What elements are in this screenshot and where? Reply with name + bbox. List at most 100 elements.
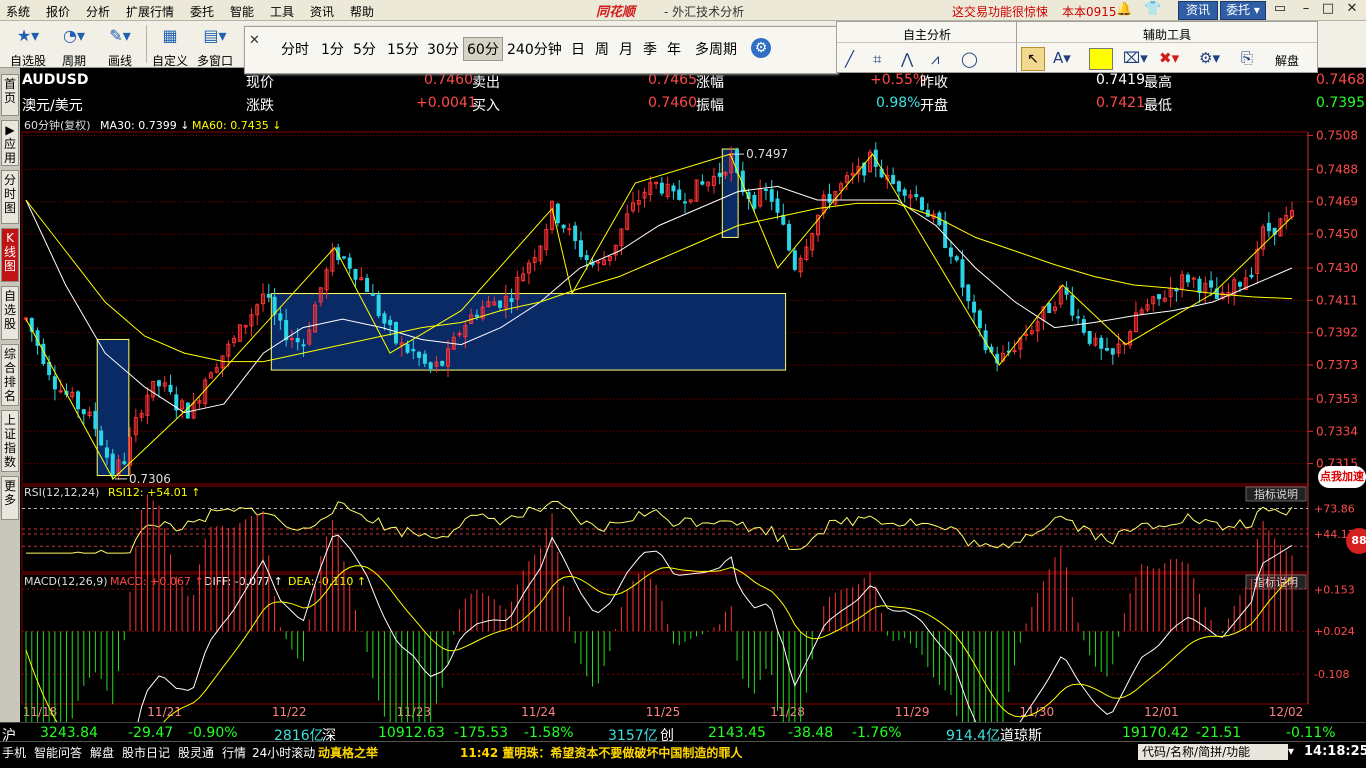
explain-button[interactable]: 解盘 bbox=[1275, 52, 1299, 69]
tab-watchlist[interactable]: 自选股 bbox=[1, 286, 19, 340]
clock: 14:18:25 bbox=[1304, 744, 1366, 759]
cursor-icon[interactable]: ↖ bbox=[1021, 47, 1045, 71]
tab-ranking[interactable]: 综合排名 bbox=[1, 344, 19, 406]
bottom-tab-commentary[interactable]: 解盘 bbox=[90, 744, 114, 761]
line-tool-icon[interactable]: ╱ bbox=[845, 50, 854, 68]
label-amplitude: 振幅 bbox=[696, 98, 724, 114]
tab-home[interactable]: 首页 bbox=[1, 74, 19, 116]
ticker-left[interactable]: 动真格之举 bbox=[318, 744, 378, 761]
score-badge[interactable]: 88 bbox=[1346, 528, 1366, 554]
gear-icon[interactable]: ⚙ bbox=[751, 38, 771, 58]
close-icon[interactable]: ✕ bbox=[249, 33, 260, 48]
menu-tools[interactable]: 工具 bbox=[270, 3, 294, 20]
ticker-headline[interactable]: 11:42 董明珠：希望资本不要做破坏中国制造的罪人 bbox=[460, 744, 742, 761]
bottom-tab-qa[interactable]: 智能问答 bbox=[34, 744, 82, 761]
speed-badge[interactable]: 点我加速 bbox=[1318, 466, 1366, 488]
menu-smart[interactable]: 智能 bbox=[230, 3, 254, 20]
color-picker[interactable] bbox=[1089, 48, 1113, 70]
period-day[interactable]: 日 bbox=[571, 39, 585, 59]
bookmark-icon[interactable]: ⌧▾ bbox=[1123, 49, 1148, 67]
custom-button[interactable]: ▦ 自定义 bbox=[150, 21, 190, 68]
candle-body bbox=[781, 214, 786, 225]
idx-gem-pct: -1.76% bbox=[852, 725, 902, 741]
candle-body bbox=[278, 313, 283, 321]
menu-bar: 系统 报价 分析 扩展行情 委托 智能 工具 资讯 帮助 同花顺 - 外汇技术分… bbox=[0, 0, 1366, 21]
menu-analysis[interactable]: 分析 bbox=[86, 3, 110, 20]
delete-icon[interactable]: ✖▾ bbox=[1159, 49, 1179, 67]
restore-icon[interactable]: ▭ bbox=[1272, 2, 1288, 17]
minimize-icon[interactable]: – bbox=[1298, 2, 1314, 17]
dropdown-icon[interactable]: ▾ bbox=[1288, 744, 1294, 758]
watchlist-button[interactable]: ★▾ 自选股 bbox=[6, 21, 50, 68]
idx-sh-pct: -0.90% bbox=[188, 725, 238, 741]
candle-body bbox=[99, 430, 104, 446]
ellipse-tool-icon[interactable]: ◯ bbox=[961, 50, 978, 68]
promo-link[interactable]: 这交易功能很惊悚 bbox=[952, 3, 1048, 20]
news-button[interactable]: 资讯 bbox=[1178, 1, 1218, 20]
candle-body bbox=[1266, 222, 1271, 232]
draw-line-button[interactable]: ✎▾ 画线 bbox=[98, 21, 142, 68]
version-label[interactable]: 本本0915 bbox=[1062, 3, 1117, 20]
period-240min[interactable]: 240分钟 bbox=[507, 39, 562, 59]
period-60min[interactable]: 60分 bbox=[463, 37, 503, 61]
value-change: +0.0041 bbox=[416, 95, 477, 111]
zigzag-tool-icon[interactable]: ⩘ bbox=[931, 50, 939, 68]
bottom-tab-mobile[interactable]: 手机 bbox=[2, 744, 26, 761]
tab-kline[interactable]: K线图 bbox=[1, 228, 19, 282]
idx-gem-value: 2143.45 bbox=[708, 725, 766, 741]
candle-body bbox=[1110, 348, 1115, 355]
shirt-icon[interactable]: 👕 bbox=[1144, 1, 1161, 17]
tab-shanghai-index[interactable]: 上证指数 bbox=[1, 410, 19, 472]
code-search-input[interactable]: 代码/名称/简拼/功能 bbox=[1138, 744, 1288, 760]
period-30min[interactable]: 30分 bbox=[427, 39, 459, 59]
text-tool-icon[interactable]: A▾ bbox=[1053, 49, 1071, 67]
candle-body bbox=[1047, 303, 1052, 314]
candle-body bbox=[752, 194, 757, 209]
idx-dow-value: 19170.42 bbox=[1122, 725, 1189, 741]
bottom-tab-stock-link[interactable]: 股灵通 bbox=[178, 744, 214, 761]
export-icon[interactable]: ⎘ bbox=[1241, 49, 1253, 67]
trade-button[interactable]: 委托 ▾ bbox=[1220, 1, 1266, 20]
candle-body bbox=[498, 300, 503, 308]
candle-body bbox=[1105, 347, 1110, 351]
label-high: 最高 bbox=[1144, 75, 1172, 91]
menu-news[interactable]: 资讯 bbox=[310, 3, 334, 20]
settings-icon[interactable]: ⚙▾ bbox=[1199, 49, 1220, 67]
period-month[interactable]: 月 bbox=[619, 39, 633, 59]
tab-more[interactable]: 更多 bbox=[1, 476, 19, 520]
bottom-tab-rolling[interactable]: 24小时滚动 bbox=[252, 744, 315, 761]
period-5min[interactable]: 5分 bbox=[353, 39, 376, 59]
period-year[interactable]: 年 bbox=[667, 39, 681, 59]
period-15min[interactable]: 15分 bbox=[387, 39, 419, 59]
menu-trade[interactable]: 委托 bbox=[190, 3, 214, 20]
bottom-tab-diary[interactable]: 股市日记 bbox=[122, 744, 170, 761]
tab-apps[interactable]: ▶应用 bbox=[1, 120, 19, 166]
menu-help[interactable]: 帮助 bbox=[350, 3, 374, 20]
macd-diff: DIFF: -0.077 ↑ bbox=[204, 575, 283, 588]
period-quarter[interactable]: 季 bbox=[643, 39, 657, 59]
wave-tool-icon[interactable]: ⋀ bbox=[901, 50, 913, 68]
multi-window-button[interactable]: ▤▾ 多窗口 bbox=[192, 21, 238, 68]
period-week[interactable]: 周 bbox=[595, 39, 609, 59]
kline-chart[interactable]: 0.7508 0.7488 0.7469 0.7450 0.7430 0.7411 0.73… bbox=[20, 118, 1366, 722]
bell-icon[interactable]: 🔔 bbox=[1116, 2, 1132, 17]
menu-system[interactable]: 系统 bbox=[6, 3, 30, 20]
menu-quote[interactable]: 报价 bbox=[46, 3, 70, 20]
period-multi[interactable]: 多周期 bbox=[695, 39, 737, 59]
self-analysis-title: 自主分析 bbox=[837, 26, 1017, 43]
candle-body bbox=[584, 255, 589, 261]
period-timeshare[interactable]: 分时 bbox=[281, 39, 309, 59]
period-1min[interactable]: 1分 bbox=[321, 39, 344, 59]
tab-timeshare[interactable]: 分时图 bbox=[1, 170, 19, 224]
rsi-label: RSI(12,12,24) bbox=[24, 486, 99, 499]
menu-ext-quote[interactable]: 扩展行情 bbox=[126, 3, 174, 20]
bottom-tab-quotes[interactable]: 行情 bbox=[222, 744, 246, 761]
candle-body bbox=[411, 348, 416, 352]
maximize-icon[interactable]: □ bbox=[1320, 2, 1336, 17]
macd-label: MACD(12,26,9) bbox=[24, 575, 108, 588]
rect-tool-icon[interactable]: ⌗ bbox=[873, 50, 881, 68]
candle-body bbox=[763, 188, 768, 191]
close-icon[interactable]: ✕ bbox=[1344, 2, 1360, 17]
period-button[interactable]: ◔▾ 周期 bbox=[52, 21, 96, 68]
x-axis-label: 11/24 bbox=[521, 705, 556, 719]
